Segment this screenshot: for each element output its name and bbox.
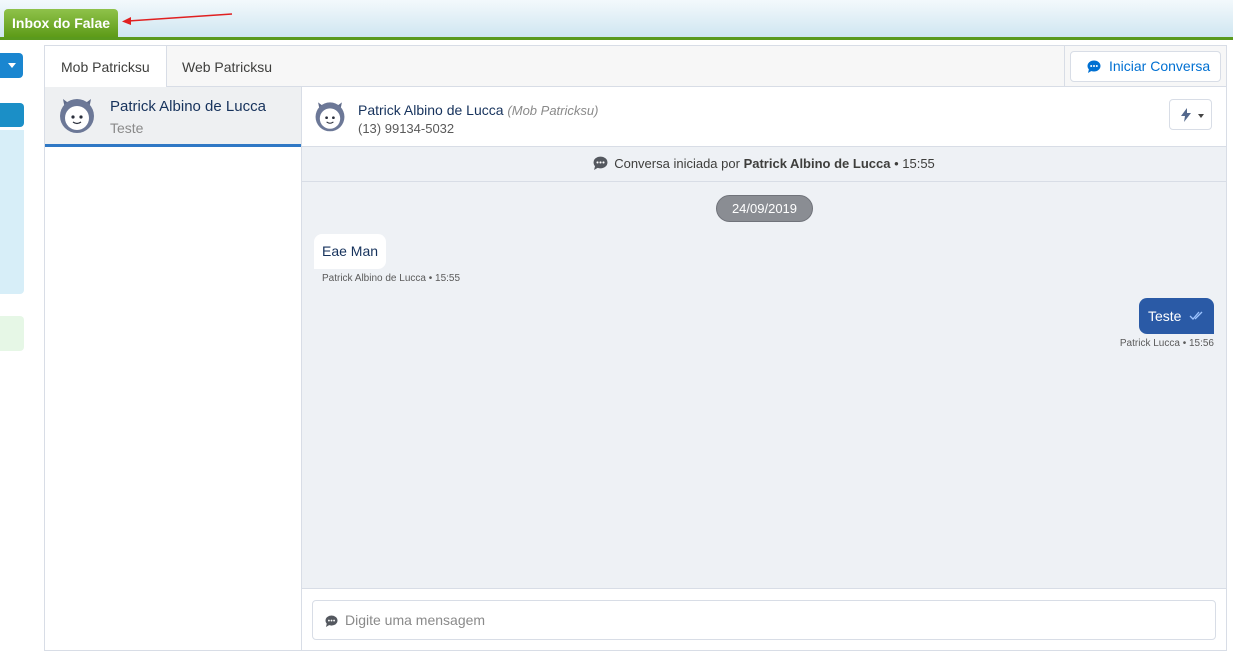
outgoing-message-text: Teste [1148,308,1182,324]
arrow-annotation [122,13,233,25]
left-panel-header [0,103,24,127]
contact-item[interactable]: Patrick Albino de Lucca Teste [45,87,301,147]
start-conversation-button[interactable]: Iniciar Conversa [1070,51,1221,82]
incoming-message-meta: Patrick Albino de Lucca • 15:55 [322,273,461,284]
top-tab-bar: Inbox do Falae [0,0,1233,40]
tab-mob-patricksu[interactable]: Mob Patricksu [45,46,167,88]
contact-list: Patrick Albino de Lucca Teste [45,87,302,650]
started-time: • 15:55 [894,156,935,171]
chat-contact-name-text: Patrick Albino de Lucca [358,102,504,118]
left-panel [0,130,24,294]
contact-name: Patrick Albino de Lucca [110,98,266,115]
inbox-container: Mob Patricksu Web Patricksu Iniciar Conv… [44,45,1227,651]
started-by: Patrick Albino de Lucca [743,156,891,171]
message-input-box[interactable] [312,600,1216,640]
lightning-icon [1181,108,1191,122]
avatar-icon [60,99,94,133]
started-prefix: Conversa iniciada por [614,156,740,171]
message-composer [302,588,1226,650]
tabs-divider [1064,46,1065,87]
outgoing-message-meta: Patrick Lucca • 15:56 [1119,338,1214,349]
chevron-down-icon [8,63,16,68]
double-check-icon [1189,311,1203,320]
date-separator: 24/09/2019 [716,195,813,222]
chat-contact-phone: (13) 99134-5032 [358,121,455,136]
chat-bubble-icon [325,615,338,627]
message-input[interactable] [345,601,1205,639]
outgoing-message: Teste [1139,298,1214,334]
chevron-down-icon [1198,114,1204,118]
chat-panel: Patrick Albino de Lucca (Mob Patricksu) … [302,87,1226,650]
chat-channel-name: (Mob Patricksu) [507,103,599,118]
conversation-started-banner: Conversa iniciada por Patrick Albino de … [302,147,1226,182]
start-conversation-label: Iniciar Conversa [1109,58,1211,74]
chat-header: Patrick Albino de Lucca (Mob Patricksu) … [302,87,1226,147]
avatar-icon [315,102,345,132]
tab-web-patricksu[interactable]: Web Patricksu [166,46,288,87]
chat-bubble-icon [593,156,608,171]
quick-actions-button[interactable] [1169,99,1212,130]
chat-bubble-icon [1087,60,1101,73]
contact-last-message: Teste [110,120,144,136]
left-status-box [0,316,24,351]
app-tab-inbox[interactable]: Inbox do Falae [4,9,119,37]
incoming-message: Eae Man [314,234,387,269]
chat-contact-name: Patrick Albino de Lucca (Mob Patricksu) [358,102,598,118]
channel-tabs: Mob Patricksu Web Patricksu Iniciar Conv… [45,46,1226,88]
left-dropdown-button[interactable] [0,53,23,78]
